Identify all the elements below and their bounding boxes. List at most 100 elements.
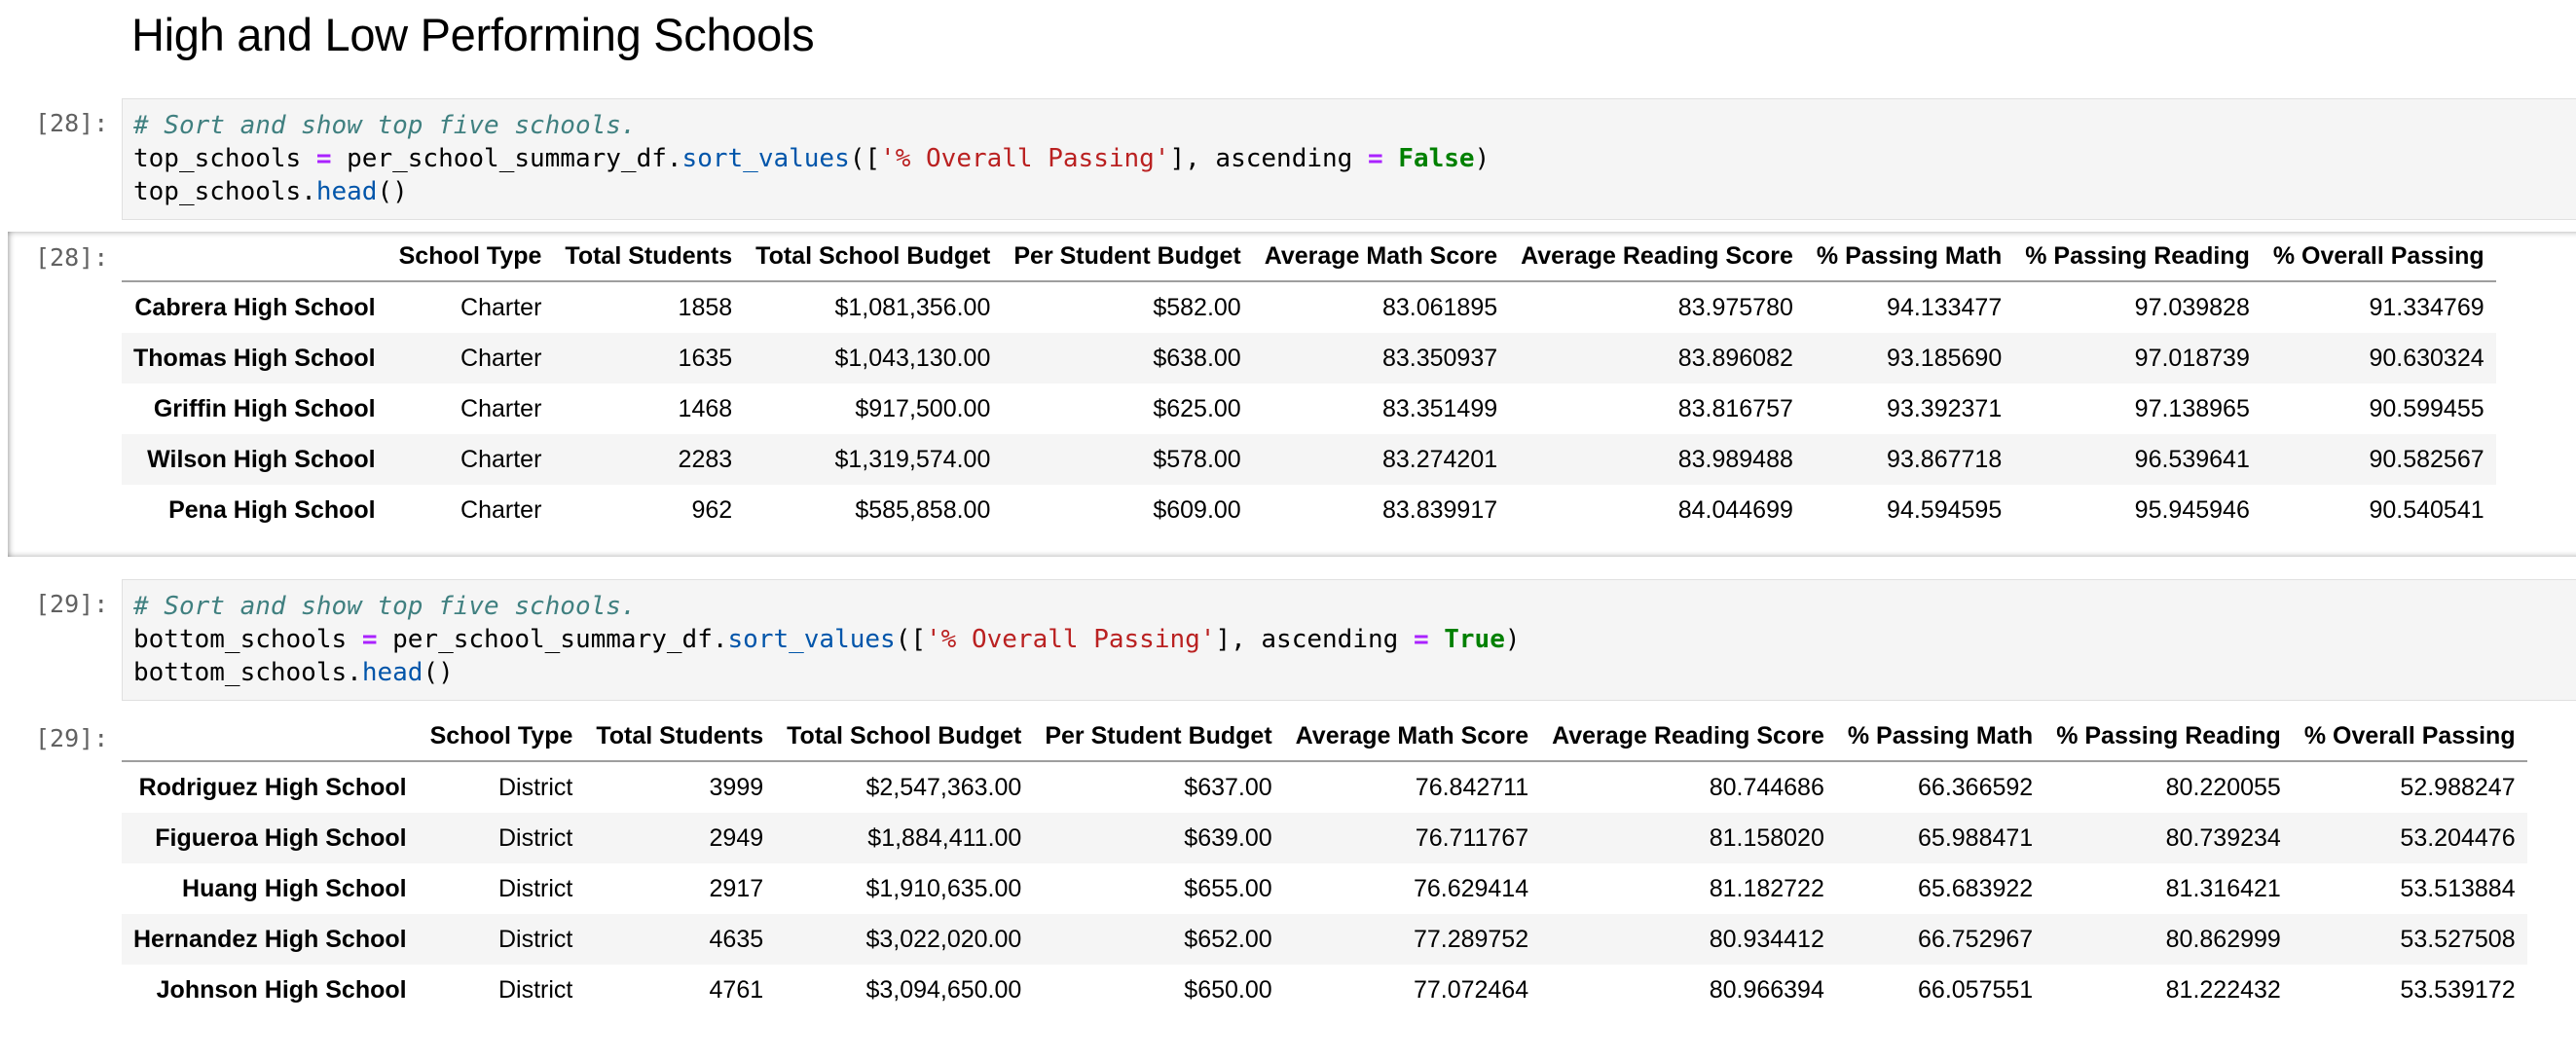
table-cell: $609.00 bbox=[1153, 495, 1241, 524]
table-cell: 83.816757 bbox=[1677, 394, 1793, 422]
table-cell: 66.366592 bbox=[1918, 773, 2034, 801]
table-cell: 1635 bbox=[678, 344, 733, 372]
column-header: % Passing Reading bbox=[2013, 232, 2262, 282]
table-row: Thomas High School Charter 1635 $1,043,130.… bbox=[122, 333, 2496, 384]
column-header: Average Reading Score bbox=[1509, 232, 1805, 282]
table-cell: Charter bbox=[460, 344, 542, 372]
table-cell: 83.350937 bbox=[1381, 344, 1498, 372]
code-var: bottom_schools bbox=[133, 658, 348, 687]
table-cell: 2283 bbox=[678, 445, 733, 473]
table-row: Rodriguez High School District 3999 $2,547,… bbox=[122, 761, 2527, 813]
table-cell: 93.392371 bbox=[1887, 394, 2003, 422]
column-header: School Type bbox=[418, 712, 585, 762]
code-punct: ) bbox=[1474, 144, 1490, 173]
table-cell: $585,858.00 bbox=[855, 495, 991, 524]
table-row: Cabrera High School Charter 1858 $1,081,356… bbox=[122, 281, 2496, 333]
column-header: Total Students bbox=[553, 232, 745, 282]
code-method: head bbox=[315, 177, 378, 206]
row-index: Thomas High School bbox=[133, 344, 376, 372]
table-cell: District bbox=[497, 874, 573, 902]
table-cell: 77.072464 bbox=[1413, 975, 1529, 1004]
table-cell: $625.00 bbox=[1153, 394, 1241, 422]
row-index: Figueroa High School bbox=[155, 823, 407, 852]
table-cell: 66.057551 bbox=[1918, 975, 2034, 1004]
code-punct: () bbox=[377, 177, 408, 206]
code-method: sort_values bbox=[681, 144, 850, 173]
column-header: School Type bbox=[386, 232, 554, 282]
output-prompt-28: [28]: bbox=[35, 243, 109, 272]
code-editor[interactable]: # Sort and show top five schools. bottom… bbox=[123, 580, 2576, 689]
column-header: Average Reading Score bbox=[1540, 712, 1836, 762]
table-cell: 53.539172 bbox=[2400, 975, 2516, 1004]
table-cell: 83.839917 bbox=[1381, 495, 1498, 524]
table-cell: District bbox=[497, 925, 573, 953]
table-cell: 91.334769 bbox=[2369, 293, 2484, 321]
code-editor[interactable]: # Sort and show top five schools. top_sc… bbox=[123, 99, 2576, 208]
table-header-row: School Type Total Students Total School Bu… bbox=[122, 712, 2527, 762]
column-header: Total Students bbox=[584, 712, 776, 762]
table-cell: 95.945946 bbox=[2134, 495, 2250, 524]
table-cell: $1,884,411.00 bbox=[867, 823, 1022, 852]
row-index: Hernandez High School bbox=[133, 925, 407, 953]
table-cell: 76.711767 bbox=[1415, 823, 1529, 852]
table-cell: $3,094,650.00 bbox=[865, 975, 1022, 1004]
code-keyword: True bbox=[1444, 625, 1505, 654]
row-index: Griffin High School bbox=[153, 394, 376, 422]
code-cell-28[interactable]: # Sort and show top five schools. top_sc… bbox=[122, 98, 2576, 220]
table-cell: 83.061895 bbox=[1381, 293, 1498, 321]
table-cell: 90.540541 bbox=[2369, 495, 2484, 524]
table-cell: 97.039828 bbox=[2134, 293, 2250, 321]
table-cell: 90.599455 bbox=[2369, 394, 2484, 422]
code-method: sort_values bbox=[727, 625, 896, 654]
table-row: Griffin High School Charter 1468 $917,500.0… bbox=[122, 384, 2496, 434]
input-prompt-29: [29]: bbox=[35, 590, 109, 618]
row-index: Rodriguez High School bbox=[138, 773, 407, 801]
table-cell: $917,500.00 bbox=[855, 394, 991, 422]
code-method: head bbox=[361, 658, 423, 687]
code-operator: = bbox=[1413, 625, 1429, 654]
table-cell: 3999 bbox=[709, 773, 764, 801]
table-cell: $637.00 bbox=[1184, 773, 1272, 801]
column-header: % Passing Math bbox=[1835, 712, 2045, 762]
table-cell: $655.00 bbox=[1184, 874, 1272, 902]
table-cell: 97.138965 bbox=[2134, 394, 2250, 422]
index-header bbox=[122, 712, 419, 762]
column-header: Per Student Budget bbox=[1033, 712, 1284, 762]
table-cell: 83.975780 bbox=[1677, 293, 1793, 321]
column-header: Per Student Budget bbox=[1002, 232, 1253, 282]
code-cell-29[interactable]: # Sort and show top five schools. bottom… bbox=[122, 579, 2576, 701]
table-cell: 962 bbox=[691, 495, 733, 524]
table-cell: 80.744686 bbox=[1709, 773, 1824, 801]
index-header bbox=[122, 232, 387, 282]
column-header: % Passing Reading bbox=[2044, 712, 2293, 762]
top-schools-table: School Type Total Students Total School Bu… bbox=[122, 232, 2496, 535]
table-cell: District bbox=[497, 823, 573, 852]
table-cell: 94.133477 bbox=[1887, 293, 2003, 321]
column-header: Total School Budget bbox=[744, 232, 1003, 282]
code-object: per_school_summary_df bbox=[347, 144, 667, 173]
table-cell: 52.988247 bbox=[2400, 773, 2516, 801]
row-index: Huang High School bbox=[182, 874, 407, 902]
table-cell: $2,547,363.00 bbox=[865, 773, 1022, 801]
table-cell: 2949 bbox=[709, 823, 764, 852]
code-operator: = bbox=[315, 144, 332, 173]
table-cell: $1,081,356.00 bbox=[834, 293, 991, 321]
table-cell: 53.513884 bbox=[2400, 874, 2516, 902]
table-cell: Charter bbox=[460, 445, 542, 473]
table-cell: 65.988471 bbox=[1918, 823, 2034, 852]
code-keyword: False bbox=[1398, 144, 1475, 173]
table-cell: $1,043,130.00 bbox=[834, 344, 991, 372]
table-cell: 83.896082 bbox=[1677, 344, 1793, 372]
column-header: % Overall Passing bbox=[2292, 712, 2527, 762]
table-cell: 1858 bbox=[678, 293, 733, 321]
column-header: Average Math Score bbox=[1283, 712, 1541, 762]
table-row: Hernandez High School District 4635 $3,022,… bbox=[122, 914, 2527, 965]
code-object: per_school_summary_df bbox=[392, 625, 713, 654]
table-cell: 93.185690 bbox=[1887, 344, 2003, 372]
table-cell: $638.00 bbox=[1153, 344, 1241, 372]
code-comment: # Sort and show top five schools. bbox=[133, 111, 637, 140]
table-cell: 80.862999 bbox=[2165, 925, 2281, 953]
table-cell: 97.018739 bbox=[2134, 344, 2250, 372]
table-cell: 1468 bbox=[678, 394, 733, 422]
code-var: top_schools bbox=[133, 144, 302, 173]
